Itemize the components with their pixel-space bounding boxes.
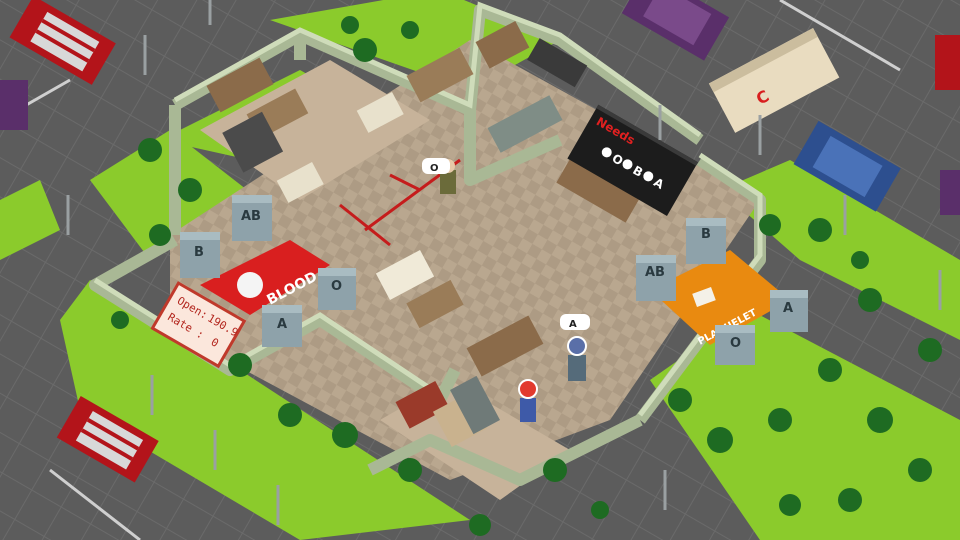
doctor[interactable] [518, 379, 538, 422]
fridge-label: AB [241, 209, 261, 224]
fridge-label: B [194, 245, 204, 260]
alert-icon [518, 379, 538, 399]
plasma-fridge-a[interactable]: A [770, 290, 808, 332]
blood-fridge-ab[interactable]: AB [232, 195, 272, 241]
fridge-label: B [701, 227, 711, 242]
fridge-label: A [277, 317, 287, 332]
red-truck-right[interactable] [935, 35, 960, 90]
blood-drop-icon [237, 272, 263, 298]
visitor-need-label: A [569, 319, 577, 330]
fridge-label: O [730, 336, 741, 351]
fridge-label: A [783, 301, 793, 316]
blood-fridge-b[interactable]: B [180, 232, 220, 278]
blood-fridge-a[interactable]: A [262, 305, 302, 347]
purple-truck-left[interactable] [0, 80, 28, 130]
plasma-fridge-b[interactable]: B [686, 218, 726, 264]
purple-truck-right[interactable] [940, 170, 960, 215]
clock-icon [567, 336, 587, 356]
blood-fridge-o[interactable]: O [318, 268, 356, 310]
plasma-fridge-ab[interactable]: AB [636, 255, 676, 301]
visitor-need-label: O [430, 163, 439, 174]
fridge-label: AB [645, 265, 665, 280]
game-scene: BLOOD AB B A O PLAQUELET AB [0, 0, 960, 540]
fridge-label: O [331, 279, 342, 294]
plasma-fridge-o[interactable]: O [715, 325, 755, 365]
